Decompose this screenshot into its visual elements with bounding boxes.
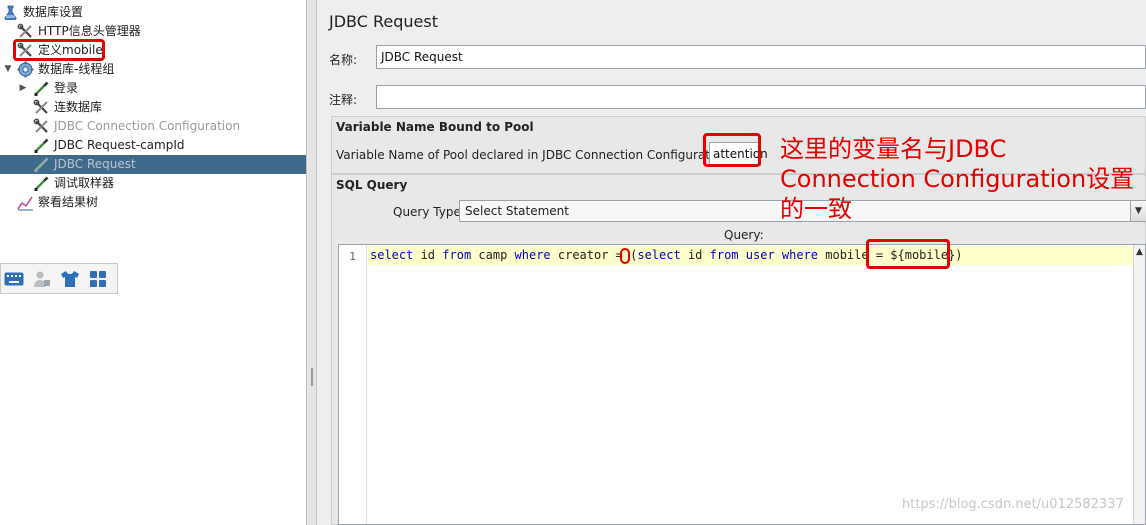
pipette-icon: [34, 81, 49, 96]
highlight-box-pool-variable: [703, 133, 761, 167]
tree-node-label: 数据库-线程组: [38, 62, 115, 76]
grid-icon[interactable]: [87, 268, 109, 290]
floating-icon-toolbar: [0, 263, 118, 294]
editor-vertical-scrollbar[interactable]: ▲: [1133, 245, 1145, 524]
name-field[interactable]: JDBC Request: [376, 45, 1146, 69]
tree-node-label: 调试取样器: [54, 176, 115, 190]
pane-splitter[interactable]: [308, 0, 317, 525]
pipette-icon: [34, 138, 49, 153]
wrench-icon: [17, 23, 32, 38]
wrench-icon: [33, 99, 48, 114]
tree-node-label: 数据库设置: [23, 5, 84, 19]
highlight-box-mobile-variable: [866, 239, 950, 269]
pool-label: Variable Name of Pool declared in JDBC C…: [336, 148, 733, 162]
highlight-paren-marker: [620, 248, 630, 264]
page-title: JDBC Request: [329, 12, 438, 31]
expand-arrow-icon[interactable]: ▼: [3, 60, 13, 79]
tree-node-label: 登录: [54, 81, 79, 95]
tree-node-jdbc-request-selected[interactable]: JDBC Request: [0, 155, 306, 174]
annotation-note: 这里的变量名与JDBC Connection Configuration设置的一…: [780, 135, 1135, 223]
keyboard-icon[interactable]: [3, 268, 25, 290]
expand-arrow-icon[interactable]: ▶: [18, 79, 28, 98]
pipette-icon: [34, 176, 49, 191]
line-number: 1: [349, 250, 356, 263]
tree-node-label: JDBC Connection Configuration: [54, 119, 241, 133]
tree-node-login[interactable]: 登录: [33, 79, 79, 98]
tree-node-jdbc-request-campid[interactable]: JDBC Request-campId: [33, 136, 185, 155]
sql-section-title: SQL Query: [336, 178, 408, 192]
watermark-text: https://blog.csdn.net/u012582337: [902, 497, 1124, 512]
comment-field[interactable]: [376, 85, 1146, 109]
query-label: Query:: [724, 228, 764, 242]
tree-node-debug-sampler[interactable]: 调试取样器: [33, 174, 115, 193]
sql-editor[interactable]: 1 select id from camp where creator = (s…: [338, 244, 1146, 525]
query-type-value: Select Statement: [465, 204, 569, 218]
tree-node-connect-db[interactable]: 连数据库: [33, 98, 103, 117]
shirt-icon[interactable]: [59, 268, 81, 290]
gear-icon: [17, 61, 34, 78]
tree-node-view-results-tree[interactable]: 察看结果树: [17, 193, 99, 212]
comment-label: 注释:: [329, 93, 358, 107]
line-number-gutter: 1: [339, 245, 367, 524]
chart-icon: [17, 196, 33, 211]
splitter-grip[interactable]: [311, 368, 313, 386]
user-icon[interactable]: [31, 268, 53, 290]
tree-node-label: JDBC Request: [54, 157, 136, 171]
tree-node-db-settings[interactable]: 数据库设置: [2, 3, 84, 22]
query-type-label: Query Type:: [393, 205, 465, 219]
jdbc-request-panel: JDBC Request 名称: JDBC Request 注释: Variab…: [318, 0, 1146, 525]
tree-node-label: 察看结果树: [38, 195, 99, 209]
test-plan-tree[interactable]: 数据库设置 HTTP信息头管理器 定义mobile ▼ 数据库-线程组 ▶ 登录…: [0, 0, 307, 525]
scroll-up-icon[interactable]: ▲: [1134, 247, 1145, 257]
tree-node-label: JDBC Request-campId: [54, 138, 185, 152]
pool-section-title: Variable Name Bound to Pool: [336, 120, 534, 134]
flask-icon: [4, 5, 17, 20]
tree-node-label: 连数据库: [54, 100, 103, 114]
tree-node-thread-group[interactable]: 数据库-线程组: [17, 60, 115, 79]
wrench-icon: [33, 118, 48, 133]
pipette-icon: [34, 157, 49, 172]
name-label: 名称:: [329, 53, 358, 67]
highlight-box-define-mobile: [13, 39, 105, 61]
tree-node-jdbc-connection-configuration[interactable]: JDBC Connection Configuration: [33, 117, 241, 136]
